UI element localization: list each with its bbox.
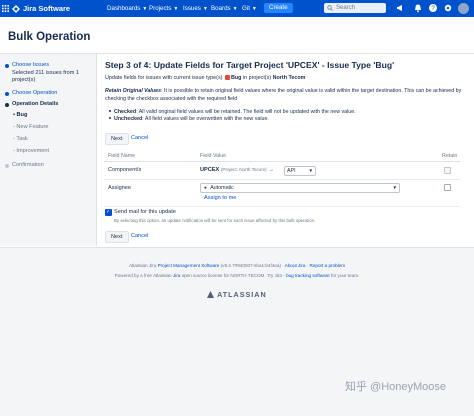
step-indicator — [5, 103, 9, 107]
send-mail-note: By selecting this option, an update noti… — [114, 218, 316, 223]
step-indicator — [5, 164, 9, 168]
next-button[interactable]: Next — [105, 133, 129, 145]
chevron-down-icon: ▼ — [202, 6, 208, 12]
retain-checkbox-assignee[interactable] — [444, 184, 451, 191]
nav-issues[interactable]: Issues ▼ — [183, 5, 208, 12]
component-select[interactable]: API ▼ — [284, 166, 316, 176]
checked-info: Checked: All valid original field values… — [109, 109, 356, 115]
nav-git[interactable]: Git ▼ — [242, 5, 257, 12]
table-row: Assignee ● Automatic ▼ Assign to me — [104, 180, 460, 207]
substep-new-feature: - New Feature — [13, 124, 49, 130]
chevron-down-icon: ▼ — [232, 6, 238, 12]
cancel-link-bottom[interactable]: Cancel — [131, 233, 148, 239]
step-description: Update fields for issues with current is… — [105, 75, 306, 81]
substep-task: - Task — [13, 136, 28, 142]
nav-boards[interactable]: Boards ▼ — [211, 5, 238, 12]
jira-logo[interactable]: Jira Software — [2, 4, 70, 13]
chevron-down-icon: ▼ — [251, 6, 257, 12]
chevron-down-icon: ▼ — [173, 6, 179, 12]
atlassian-icon — [207, 291, 215, 298]
footer-line-1: Atlassian Jira Project Management Softwa… — [128, 263, 346, 268]
substep-bug: • Bug — [13, 112, 28, 118]
user-icon: ● — [204, 185, 207, 190]
send-mail-checkbox[interactable] — [105, 209, 112, 216]
chevron-down-icon: ▼ — [308, 168, 313, 173]
step-confirmation: Confirmation — [5, 162, 44, 170]
field-name: Component/s — [108, 167, 142, 173]
table-row: Component/s UPCEX (Project: North Tecom)… — [104, 162, 460, 180]
step-choose-operation[interactable]: Choose Operation — [5, 90, 57, 98]
component-mapping: UPCEX (Project: North Tecom) → — [200, 167, 274, 173]
help-icon[interactable]: ? — [428, 3, 438, 13]
page-title: Bulk Operation — [8, 31, 91, 43]
step-choose-issues[interactable]: Choose Issues Selected 211 issues from 1… — [5, 62, 92, 85]
next-button-bottom[interactable]: Next — [105, 231, 129, 243]
assign-to-me-link[interactable]: Assign to me — [204, 195, 236, 201]
unchecked-info: Unchecked: All field values will be over… — [109, 116, 269, 122]
step-heading: Step 3 of 4: Update Fields for Target Pr… — [105, 60, 395, 70]
jira-icon — [12, 4, 20, 13]
bug-icon — [224, 75, 230, 80]
progress-sidebar: Choose Issues Selected 211 issues from 1… — [0, 54, 97, 246]
search-input[interactable]: Search — [324, 3, 386, 13]
app-name: Jira Software — [23, 4, 71, 13]
retain-info: Retain Original Values: It is possible t… — [105, 88, 462, 102]
retain-checkbox-components[interactable] — [444, 167, 451, 174]
gear-icon[interactable] — [443, 3, 453, 13]
arrow-right-icon: → — [268, 167, 274, 173]
megaphone-icon[interactable] — [396, 3, 406, 13]
field-name: Assignee — [108, 185, 132, 191]
create-button[interactable]: Create — [264, 3, 293, 13]
app-switcher-icon[interactable] — [2, 5, 9, 12]
step-operation-details: Operation Details — [5, 101, 58, 109]
substep-improvement: - Improvement — [13, 148, 50, 154]
search-icon — [327, 5, 333, 11]
assignee-select[interactable]: ● Automatic ▼ — [200, 183, 400, 193]
bell-icon[interactable] — [413, 3, 423, 13]
page-header: Bulk Operation — [0, 17, 474, 54]
nav-dashboards[interactable]: Dashboards ▼ — [107, 5, 147, 12]
avatar[interactable] — [458, 3, 469, 14]
footer-line-2: Powered by a free Atlassian Jira open so… — [114, 273, 360, 278]
atlassian-logo[interactable]: ATLASSIAN — [0, 290, 474, 299]
chevron-down-icon: ▼ — [392, 185, 397, 190]
chevron-down-icon: ▼ — [142, 6, 148, 12]
watermark: 知乎 @HoneyMoose — [345, 381, 447, 393]
send-mail-label: Send mail for this update — [114, 209, 176, 215]
step-indicator — [5, 92, 9, 96]
fields-table-header: Field Name Field Value Retain — [104, 152, 460, 162]
nav-projects[interactable]: Projects ▼ — [149, 5, 178, 12]
top-navigation: Jira Software Dashboards ▼ Projects ▼ Issu… — [0, 0, 474, 17]
cancel-link[interactable]: Cancel — [131, 135, 148, 141]
step-indicator — [5, 64, 9, 68]
